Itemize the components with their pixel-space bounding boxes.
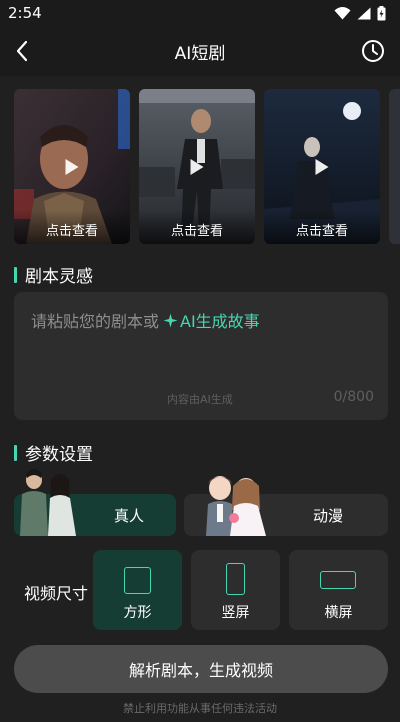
generate-video-button[interactable]: 解析剧本，生成视频 [14, 645, 388, 693]
footer-disclaimer: 禁止利用功能从事任何违法活动 [123, 702, 277, 715]
mode-anime-label: 动漫 [313, 507, 344, 525]
card-label: 点击查看 [264, 210, 380, 244]
size-option-square[interactable]: 方形 [93, 550, 182, 630]
sample-video-card-4-partial[interactable] [389, 89, 400, 244]
play-icon [65, 159, 79, 175]
script-section-label: 剧本灵感 [25, 267, 93, 287]
history-clock-icon[interactable] [360, 38, 386, 64]
script-input-area[interactable]: 请粘贴您的剧本或 AI生成故事 内容由AI生成 0/800 [14, 292, 388, 420]
params-section-title: 参数设置 [14, 440, 93, 465]
cellular-signal-icon [357, 7, 371, 19]
char-counter: 0/800 [333, 389, 374, 405]
sparkle-icon [163, 313, 178, 327]
card-label: 点击查看 [14, 210, 130, 244]
status-bar: 2:54 [0, 0, 400, 26]
status-icons [334, 5, 386, 21]
ai-content-note: 内容由AI生成 [167, 393, 233, 406]
section-accent-bar [14, 266, 17, 283]
sample-video-card-2[interactable]: 点击查看 [139, 89, 255, 244]
card-label: 点击查看 [139, 210, 255, 244]
square-ratio-icon [124, 567, 151, 594]
script-placeholder: 请粘贴您的剧本或 AI生成故事 [31, 308, 260, 332]
play-icon [315, 159, 329, 175]
script-section-title: 剧本灵感 [14, 262, 93, 287]
page-title: AI短剧 [174, 43, 226, 64]
portrait-ratio-icon [226, 563, 245, 595]
wifi-icon [334, 6, 351, 19]
size-option-square-label: 方形 [123, 605, 152, 621]
size-option-landscape-label: 横屏 [324, 605, 353, 621]
back-arrow-icon[interactable] [12, 38, 34, 64]
video-size-label: 视频尺寸 [24, 584, 89, 603]
size-option-landscape[interactable]: 横屏 [289, 550, 388, 630]
section-accent-bar [14, 444, 17, 461]
live-action-couple-avatar [20, 469, 76, 536]
anime-couple-avatar [206, 476, 266, 536]
params-section-label: 参数设置 [25, 445, 93, 465]
size-option-portrait-label: 竖屏 [221, 605, 250, 621]
sample-video-gallery: 点击查看 点击查看 点击查看 [14, 89, 400, 244]
ai-generate-story-link[interactable]: AI生成故事 [163, 308, 260, 332]
status-time: 2:54 [8, 4, 42, 22]
sample-video-card-1[interactable]: 点击查看 [14, 89, 130, 244]
ai-generate-story-label: AI生成故事 [180, 312, 260, 331]
script-placeholder-text: 请粘贴您的剧本或 [31, 312, 160, 331]
battery-icon [377, 5, 386, 20]
size-option-portrait[interactable]: 竖屏 [191, 550, 280, 630]
app-header: AI短剧 [0, 26, 400, 76]
play-icon [190, 159, 204, 175]
sample-video-card-3[interactable]: 点击查看 [264, 89, 380, 244]
mode-live-action-label: 真人 [114, 507, 145, 525]
landscape-ratio-icon [320, 571, 356, 589]
